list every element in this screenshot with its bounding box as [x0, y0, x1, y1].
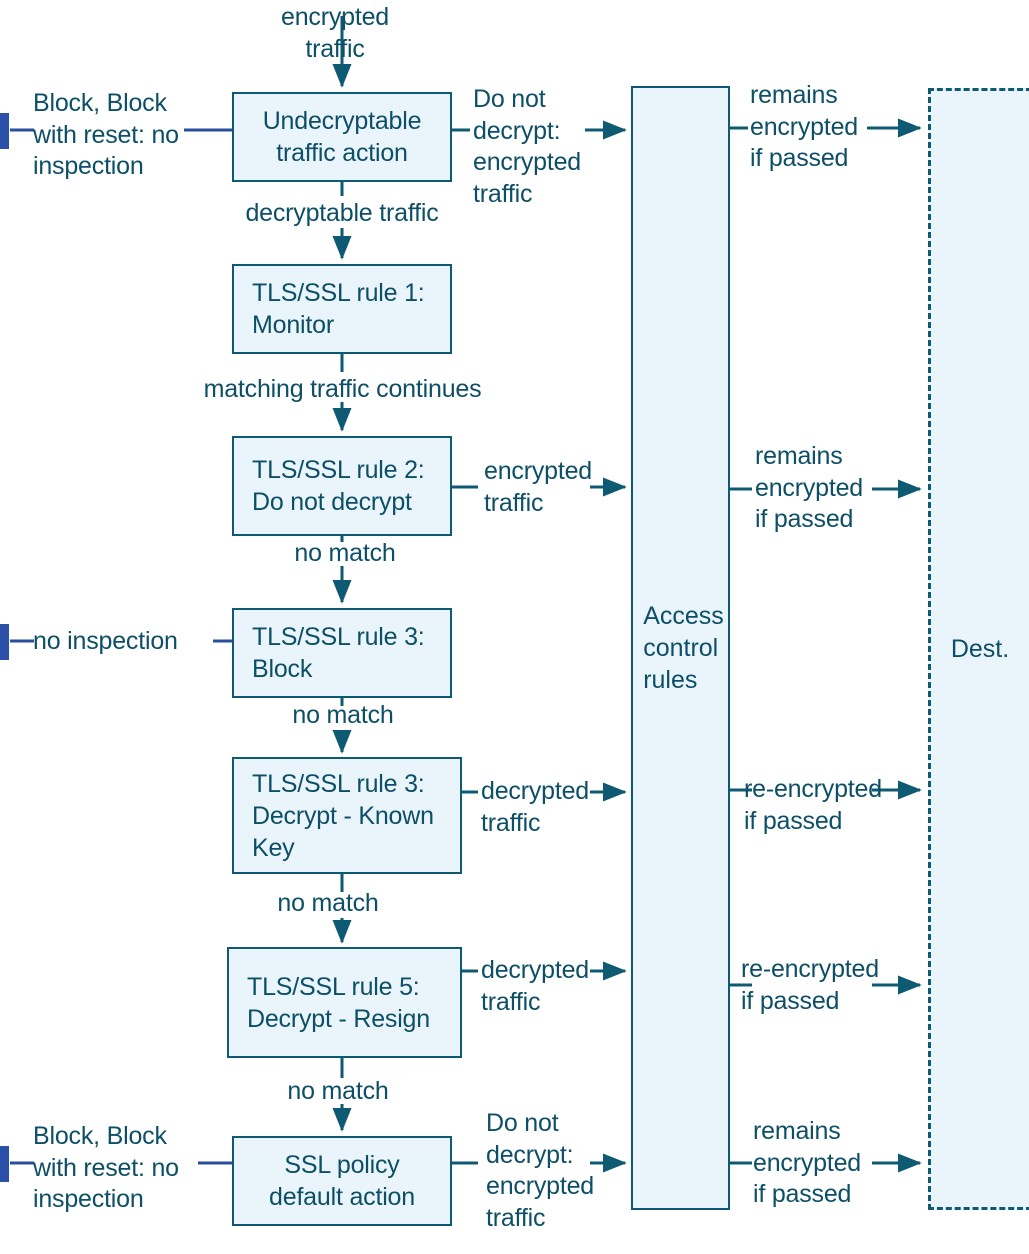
node-rule5-decrypt-resign[interactable]: TLS/SSL rule 5: Decrypt - Resign	[227, 947, 462, 1058]
node-rule3-decrypt-known-key[interactable]: TLS/SSL rule 3: Decrypt - Known Key	[232, 757, 462, 874]
node-label: TLS/SSL rule 3: Block	[252, 623, 425, 683]
input-label-encrypted-traffic: encrypted traffic	[281, 3, 389, 63]
node-label: Dest.	[950, 635, 1010, 663]
edge-label-no-match-3: no match	[277, 889, 379, 917]
edge-label-rule5-output: decrypted traffic	[481, 956, 589, 1016]
node-label: TLS/SSL rule 3: Decrypt - Known Key	[252, 769, 434, 862]
node-access-control-rules[interactable]: Access control rules	[631, 86, 730, 1210]
left-label-default-block: Block, Block with reset: no inspection	[33, 1122, 179, 1213]
node-label: TLS/SSL rule 1: Monitor	[252, 279, 425, 339]
stop-bar-undecryptable	[0, 113, 9, 149]
left-label-rule3-no-inspection: no inspection	[33, 627, 178, 655]
node-label: SSL policy default action	[269, 1151, 415, 1211]
outcome-label-row4: re-encrypted if passed	[741, 955, 879, 1015]
flowchart-canvas: encrypted traffic Block, Block with rese…	[0, 0, 1029, 1254]
outcome-label-row5: remains encrypted if passed	[753, 1117, 861, 1208]
edge-label-no-match-4: no match	[287, 1077, 389, 1105]
outcome-label-row2: remains encrypted if passed	[755, 442, 863, 533]
left-label-undecryptable-block: Block, Block with reset: no inspection	[33, 89, 179, 180]
node-undecryptable-traffic-action[interactable]: Undecryptable traffic action	[232, 92, 452, 182]
stop-bar-default-action	[0, 1146, 9, 1182]
outcome-label-row3: re-encrypted if passed	[744, 775, 882, 835]
node-destination[interactable]: Dest.	[928, 88, 1029, 1210]
edge-label-default-output: Do not decrypt: encrypted traffic	[486, 1109, 594, 1232]
edge-label-matching-traffic-continues: matching traffic continues	[203, 375, 482, 403]
node-label: TLS/SSL rule 5: Decrypt - Resign	[247, 972, 430, 1033]
node-ssl-policy-default-action[interactable]: SSL policy default action	[232, 1136, 452, 1226]
edge-label-rule3kk-output: decrypted traffic	[481, 777, 589, 837]
edge-label-decryptable-traffic: decryptable traffic	[245, 199, 439, 227]
node-label: TLS/SSL rule 2: Do not decrypt	[252, 456, 425, 516]
edge-label-rule2-output: encrypted traffic	[484, 457, 592, 517]
node-rule3-block[interactable]: TLS/SSL rule 3: Block	[232, 608, 452, 698]
stop-bar-rule3-block	[0, 624, 9, 660]
node-rule1-monitor[interactable]: TLS/SSL rule 1: Monitor	[232, 264, 452, 354]
edge-label-no-match-1: no match	[294, 539, 396, 567]
outcome-label-row1: remains encrypted if passed	[750, 81, 858, 172]
node-label: Undecryptable traffic action	[262, 107, 422, 167]
edge-label-no-match-2: no match	[292, 701, 394, 729]
node-rule2-do-not-decrypt[interactable]: TLS/SSL rule 2: Do not decrypt	[232, 436, 452, 536]
edge-label-undecryptable-output: Do not decrypt: encrypted traffic	[473, 85, 581, 208]
node-label: Access control rules	[643, 602, 724, 694]
